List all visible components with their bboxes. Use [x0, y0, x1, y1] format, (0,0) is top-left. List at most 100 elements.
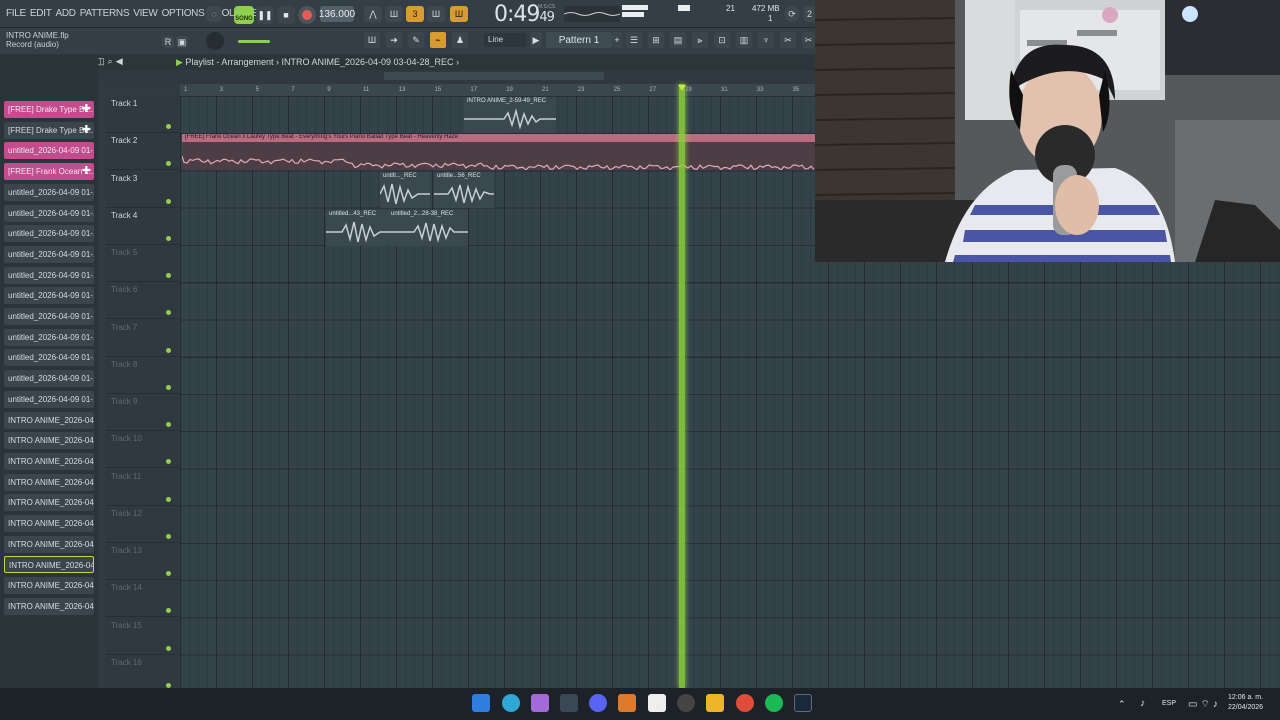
browser-clip-item[interactable]: untitled_2026-04-09 01-...: [4, 204, 94, 222]
tempo-icon[interactable]: ♆: [758, 32, 774, 48]
pencil-icon[interactable]: ✎: [408, 32, 424, 48]
start-icon[interactable]: [472, 694, 490, 712]
browser-clip-item[interactable]: INTRO ANIME_2026-04-0...: [4, 515, 94, 532]
track-header[interactable]: Track 6: [106, 282, 178, 320]
track-mute-led[interactable]: [166, 235, 171, 241]
spotify-icon[interactable]: [765, 694, 783, 712]
browser-clip-item[interactable]: [FREE] Drake Type Be... ✚: [4, 101, 94, 118]
audio-clip[interactable]: untitle...56_REC: [434, 172, 494, 208]
browser-clip-item[interactable]: INTRO ANIME_2026-04-0...: [4, 452, 94, 470]
playlist-icon[interactable]: Ш: [364, 32, 380, 48]
menu-add[interactable]: ADD: [56, 8, 77, 19]
master-volume-knob[interactable]: [206, 32, 224, 50]
browser-clip-item[interactable]: untitled_2026-04-09 01-...: [4, 225, 94, 243]
audio-clip[interactable]: INTRO ANIME_2-59-49_REC: [464, 97, 556, 133]
track-header[interactable]: Track 3: [106, 171, 178, 208]
edge-icon[interactable]: [502, 694, 520, 712]
mixer-faders-icon[interactable]: ⫸: [692, 32, 708, 48]
track-header[interactable]: Track 11: [106, 469, 178, 506]
folder-icon[interactable]: [706, 694, 724, 712]
timeline-ruler[interactable]: 1 3 5 7 9 11 13 15 17 19 21 23 25 27 29 31 33 35: [180, 84, 815, 96]
track-mute-led[interactable]: [166, 422, 171, 427]
pause-button[interactable]: ❚❚: [256, 6, 274, 24]
browser-clip-item[interactable]: untitled_2026-04-09 01-...: [4, 349, 94, 367]
browser-clip-item[interactable]: [FREE] Frank Ocean x... ✚: [4, 163, 94, 181]
menu-patterns[interactable]: PATTERNS: [80, 8, 130, 19]
track-mute-led[interactable]: [166, 459, 171, 465]
stop-button[interactable]: ■: [277, 6, 295, 24]
fl-studio-icon[interactable]: [618, 694, 636, 712]
step-icon[interactable]: Ш: [385, 6, 403, 22]
track-mute-led[interactable]: [166, 645, 171, 651]
track-mute-led[interactable]: [166, 310, 171, 316]
menu-file[interactable]: FILE: [6, 8, 26, 19]
record-button[interactable]: [298, 6, 316, 24]
news-icon[interactable]: 2: [804, 6, 815, 22]
pitch-icon[interactable]: ⋀: [364, 6, 382, 22]
playhead-marker[interactable]: [678, 85, 686, 91]
track-header[interactable]: Track 7: [106, 320, 178, 357]
audio-clip[interactable]: untitled_2...28-38_REC: [388, 210, 468, 246]
menu-options[interactable]: OPTIONS: [162, 8, 205, 19]
playlist-play-icon[interactable]: ▶: [176, 57, 185, 67]
file-icon[interactable]: [648, 694, 666, 712]
widget-icon[interactable]: [560, 694, 578, 712]
channel-rack-icon[interactable]: ⊞: [648, 32, 664, 48]
blend-notes-icon[interactable]: Ш: [427, 6, 445, 22]
track-header[interactable]: Track 8: [106, 357, 178, 394]
track-header[interactable]: Track 16: [106, 655, 178, 692]
browser-clip-item[interactable]: INTRO ANIME_2026-04-0...: [4, 432, 94, 450]
audio-clip[interactable]: untitled...43_REC: [326, 210, 388, 246]
master-pitch-slider[interactable]: [238, 40, 270, 43]
track-mute-led[interactable]: [166, 571, 171, 576]
discord-icon[interactable]: [589, 694, 607, 712]
tempo-display[interactable]: 136.000: [319, 6, 355, 22]
track-mute-led[interactable]: [166, 682, 171, 688]
track-header[interactable]: Track 12: [106, 506, 178, 543]
song-mode-button[interactable]: SONG: [234, 6, 254, 24]
loop-record-icon[interactable]: Ш: [450, 6, 468, 22]
chrome-icon[interactable]: [736, 694, 754, 712]
r-icon[interactable]: R: [162, 36, 174, 48]
system-clock[interactable]: 12:06 a. m. 22/04/2026: [1228, 693, 1263, 713]
track-header[interactable]: Track 1: [106, 96, 178, 133]
browser-icon[interactable]: ⊡: [714, 32, 730, 48]
track-mute-led[interactable]: [166, 384, 171, 390]
stamp-icon[interactable]: ♟: [452, 32, 468, 48]
link-icon[interactable]: ⌁: [430, 32, 446, 48]
browser-clip-item[interactable]: untitled_2026-04-09 01-...: [4, 390, 94, 408]
menu-view[interactable]: VIEW: [133, 8, 158, 19]
track-header[interactable]: Track 15: [106, 618, 178, 655]
browser-clip-item[interactable]: untitled_2026-04-09 01-...: [4, 266, 94, 284]
audio-clip[interactable]: untitl..._REC: [380, 172, 430, 208]
track-header[interactable]: Track 5: [106, 245, 178, 282]
browser-clip-item[interactable]: INTRO ANIME_2026-04-0...: [4, 597, 94, 615]
piano-roll-icon[interactable]: ▤: [670, 32, 686, 48]
track-mute-led[interactable]: [166, 161, 171, 167]
snap-selector[interactable]: Line: [484, 33, 526, 47]
metronome-icon[interactable]: ◌: [206, 6, 222, 22]
track-header[interactable]: Track 2: [106, 133, 178, 171]
online-icon[interactable]: ⟳: [784, 6, 800, 22]
browser-clip-item[interactable]: untitled_2026-04-09 01-...: [4, 328, 94, 346]
track-mute-led[interactable]: [166, 347, 171, 353]
track-mute-led[interactable]: [166, 533, 171, 539]
browser-clip-item[interactable]: INTRO ANIME_2026-04-0...: [4, 473, 94, 491]
copilot-icon[interactable]: [531, 694, 549, 712]
track-header[interactable]: Track 14: [106, 580, 178, 618]
browser-clip-item[interactable]: INTRO ANIME_2026-04-0...: [4, 411, 94, 429]
browser-clip-item[interactable]: untitled_2026-04-09 01-...: [4, 370, 94, 388]
audio-clip[interactable]: [FREE] Frank Ocean x Laufey Type Beat - …: [182, 134, 815, 170]
playhead[interactable]: [679, 84, 685, 688]
track-header[interactable]: Track 13: [106, 543, 178, 580]
track-mute-led[interactable]: [166, 608, 171, 614]
track-mute-led[interactable]: [166, 198, 171, 204]
pattern-prev-icon[interactable]: ▶: [530, 32, 542, 48]
browser-clip-item[interactable]: untitled_2026-04-09 01-...: [4, 287, 94, 305]
tray-chevron-icon[interactable]: ⌃: [1118, 699, 1126, 710]
tray-icons[interactable]: ▭⌔♪: [1188, 698, 1221, 711]
browser-clip-item[interactable]: INTRO ANIME_2026-04-0...: [4, 494, 94, 512]
track-mute-led[interactable]: [166, 496, 171, 502]
track-header[interactable]: Track 9: [106, 394, 178, 431]
browser-clip-item[interactable]: untitled_2026-04-09 01-...: [4, 183, 94, 201]
